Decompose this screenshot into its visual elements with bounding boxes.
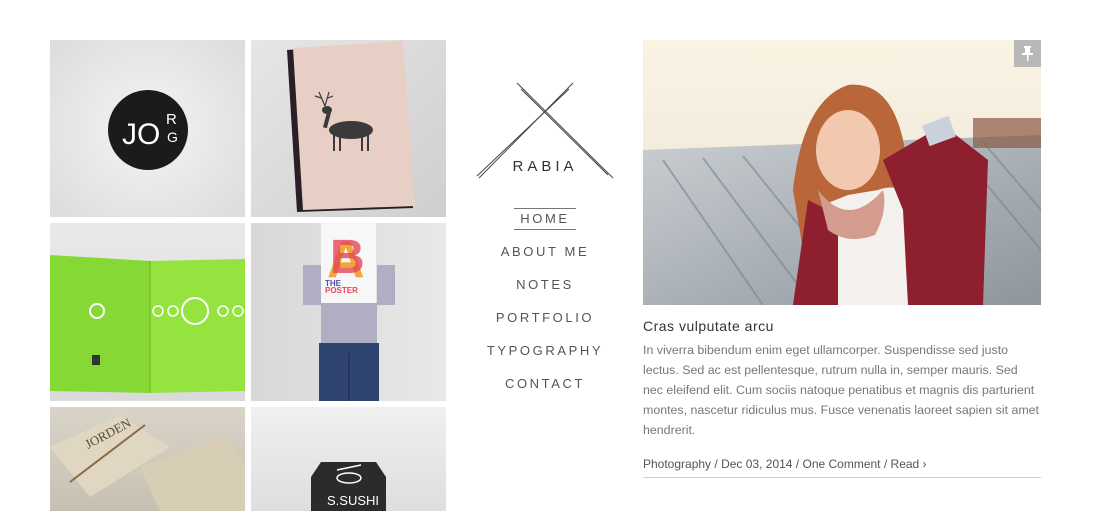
- post-meta: Photography / Dec 03, 2014 / One Comment…: [643, 457, 1041, 478]
- pushpin-icon: [1022, 46, 1033, 61]
- featured-post: Cras vulputate arcu In viverra bibendum …: [643, 40, 1041, 478]
- portfolio-tile-poster[interactable]: A B THE POSTER: [251, 223, 446, 401]
- poster-person-image: A B THE POSTER: [303, 223, 395, 401]
- sushi-logo-image: S.SUSHI: [311, 462, 386, 511]
- read-more-link[interactable]: Read ›: [891, 457, 927, 471]
- nav-link-portfolio[interactable]: PORTFOLIO: [496, 310, 594, 325]
- jorden-packages-image: JORDEN: [50, 415, 245, 511]
- nav-link-about-me[interactable]: ABOUT ME: [501, 244, 589, 259]
- portfolio-tile-green-brochure[interactable]: [50, 223, 245, 401]
- post-featured-image[interactable]: [643, 40, 1041, 305]
- jorg-logo-image: JO R G: [108, 90, 188, 170]
- portfolio-tile-jorden-packages[interactable]: JORDEN: [50, 407, 245, 511]
- site-title: RABIA: [512, 158, 577, 175]
- sushi-logo-text: S.SUSHI: [327, 493, 379, 508]
- post-comments-link[interactable]: One Comment: [802, 457, 880, 471]
- meta-separator: /: [880, 457, 891, 471]
- green-brochure-image: [50, 255, 245, 393]
- post-category-link[interactable]: Photography: [643, 457, 711, 471]
- nav-item-contact: CONTACT: [470, 373, 620, 406]
- post-date: Dec 03, 2014: [721, 457, 793, 471]
- nav-link-home[interactable]: HOME: [514, 208, 576, 230]
- meta-separator: /: [711, 457, 722, 471]
- sticky-pin-icon: [1014, 40, 1041, 67]
- portfolio-grid: JO R G A B THE POSTER JORDEN S.SUSHI: [50, 40, 446, 511]
- post-excerpt: In viverra bibendum enim eget ullamcorpe…: [643, 343, 1039, 437]
- nav-link-notes[interactable]: NOTES: [516, 277, 574, 292]
- woman-photo-image: [643, 40, 1041, 305]
- portfolio-tile-sushi-logo[interactable]: S.SUSHI: [251, 407, 446, 511]
- site-branding[interactable]: RABIA: [470, 75, 620, 185]
- poster-title-text: POSTER: [325, 286, 358, 295]
- portfolio-tile-deer-book[interactable]: [251, 40, 446, 217]
- rabia-logo-icon: RABIA: [476, 82, 614, 179]
- nav-item-portfolio: PORTFOLIO: [470, 307, 620, 340]
- meta-separator: /: [792, 457, 803, 471]
- portfolio-tile-jorg-logo[interactable]: JO R G: [50, 40, 245, 217]
- nav-item-notes: NOTES: [470, 274, 620, 307]
- svg-text:B: B: [330, 231, 365, 284]
- post-title[interactable]: Cras vulputate arcu: [643, 318, 1041, 334]
- jorg-logo-text: JO: [122, 118, 160, 151]
- jorg-logo-r: R: [166, 111, 177, 128]
- jorg-logo-g: G: [167, 129, 178, 145]
- nav-item-about-me: ABOUT ME: [470, 241, 620, 274]
- nav-link-contact[interactable]: CONTACT: [505, 376, 585, 391]
- deer-book-image: [287, 41, 415, 212]
- nav-item-home: HOME: [470, 208, 620, 241]
- main-navigation: HOME ABOUT ME NOTES PORTFOLIO TYPOGRAPHY…: [470, 208, 620, 406]
- nav-link-typography[interactable]: TYPOGRAPHY: [487, 343, 603, 358]
- nav-item-typography: TYPOGRAPHY: [470, 340, 620, 373]
